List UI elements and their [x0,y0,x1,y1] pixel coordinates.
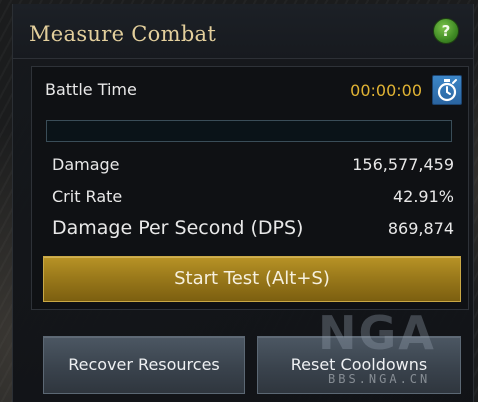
stopwatch-icon [437,79,457,102]
window-header: Measure Combat ? [13,4,473,59]
help-button[interactable]: ? [433,18,459,44]
damage-value: 156,577,459 [352,155,454,174]
battle-progress-bar [46,120,452,142]
window-title: Measure Combat [29,22,217,46]
start-test-button[interactable]: Start Test (Alt+S) [43,256,461,302]
damage-label: Damage [52,155,120,174]
battle-time-label: Battle Time [45,80,137,99]
battle-time-value: 00:00:00 [350,81,422,100]
measure-combat-window: Measure Combat ? Battle Time 00:00:00 Da… [12,4,474,402]
dps-label: Damage Per Second (DPS) [52,217,304,239]
crit-rate-value: 42.91% [392,187,454,206]
dps-value: 869,874 [387,219,454,238]
stopwatch-button[interactable] [432,75,462,105]
crit-rate-label: Crit Rate [52,187,123,206]
recover-resources-button[interactable]: Recover Resources [43,336,245,394]
reset-cooldowns-button[interactable]: Reset Cooldowns [257,336,461,394]
